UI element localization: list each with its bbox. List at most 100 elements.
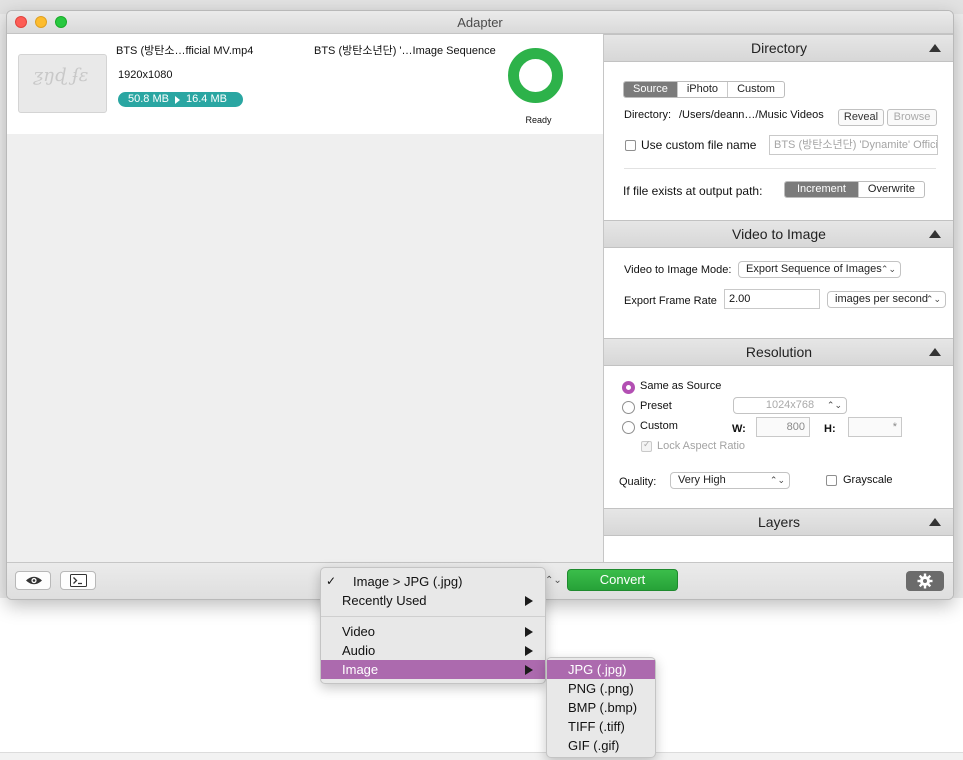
chevron-updown-icon: ⌃⌄ — [769, 475, 785, 485]
custom-label: Custom — [640, 420, 678, 432]
submenu-arrow-icon — [525, 646, 533, 656]
status-label: Ready — [525, 115, 552, 125]
preset-select[interactable]: 1024x768 ⌃⌄ — [733, 397, 847, 414]
frame-rate-label: Export Frame Rate — [624, 295, 717, 307]
resolution-header-label: Resolution — [745, 344, 813, 360]
chevron-updown-icon: ⌃⌄ — [925, 294, 941, 304]
layers-section — [604, 536, 953, 562]
source-size: 50.8 MB — [128, 93, 169, 105]
video-to-image-mode-label: Video to Image Mode: — [624, 264, 732, 276]
file-exists-label: If file exists at output path: — [623, 184, 763, 198]
tab-source[interactable]: Source — [624, 82, 678, 97]
directory-label: Directory: — [624, 109, 672, 121]
eye-icon — [26, 576, 42, 585]
custom-file-name-checkbox[interactable] — [625, 140, 636, 151]
submenu-item-png[interactable]: PNG (.png) — [547, 679, 655, 698]
custom-radio[interactable] — [622, 421, 635, 434]
quality-select[interactable]: Very High ⌃⌄ — [670, 472, 790, 489]
preset-radio[interactable] — [622, 401, 635, 414]
overwrite-option[interactable]: Overwrite — [859, 182, 924, 197]
submenu-arrow-icon — [525, 627, 533, 637]
chevron-updown-icon: ⌃⌄ — [826, 400, 842, 410]
submenu-arrow-icon — [525, 665, 533, 675]
menu-item-image[interactable]: Image — [321, 660, 545, 679]
convert-button[interactable]: Convert — [567, 569, 678, 591]
same-as-source-radio[interactable] — [622, 381, 635, 394]
menu-item-video[interactable]: Video — [321, 622, 545, 641]
video-to-image-header-label: Video to Image — [732, 226, 826, 242]
submenu-item-bmp[interactable]: BMP (.bmp) — [547, 698, 655, 717]
settings-panel: Directory Source iPhoto Custom Directory… — [603, 34, 953, 562]
same-as-source-label: Same as Source — [640, 380, 722, 392]
collapse-triangle-icon[interactable] — [929, 518, 941, 526]
custom-file-name-input[interactable]: BTS (방탄소년단) 'Dynamite' Official — [769, 135, 938, 155]
title-bar[interactable]: Adapter — [7, 11, 953, 34]
frame-rate-unit-value: images per second — [835, 293, 928, 305]
browse-button[interactable]: Browse — [887, 109, 937, 126]
preview-button[interactable] — [15, 571, 51, 590]
submenu-arrow-icon — [525, 596, 533, 606]
menu-item-audio[interactable]: Audio — [321, 641, 545, 660]
height-input[interactable]: * — [848, 417, 902, 437]
size-arrow-icon — [175, 96, 180, 104]
directory-section-header[interactable]: Directory — [604, 34, 953, 62]
resolution-section-header[interactable]: Resolution — [604, 338, 953, 366]
format-stepper[interactable]: ⌃⌄ — [545, 572, 562, 591]
source-file-name: BTS (방탄소…fficial MV.mp4 — [116, 45, 254, 57]
preset-label: Preset — [640, 400, 672, 412]
width-label: W: — [732, 423, 746, 435]
tab-custom[interactable]: Custom — [728, 82, 784, 97]
output-file-name[interactable]: BTS (방탄소년단) '…Image Sequence — [314, 42, 496, 58]
window-title: Adapter — [457, 15, 503, 30]
output-size: 16.4 MB — [186, 93, 227, 105]
file-row[interactable]: ƺŋɖ ʄɛ BTS (방탄소…fficial MV.mp4 BTS (방탄소년… — [7, 34, 603, 134]
lock-aspect-ratio-label: Lock Aspect Ratio — [657, 440, 746, 452]
submenu-item-gif[interactable]: GIF (.gif) — [547, 736, 655, 755]
layers-header-label: Layers — [757, 514, 801, 530]
layers-section-header[interactable]: Layers — [604, 508, 953, 536]
submenu-item-tiff[interactable]: TIFF (.tiff) — [547, 717, 655, 736]
settings-button[interactable] — [906, 571, 944, 591]
file-exists-options[interactable]: Increment Overwrite — [784, 181, 925, 198]
width-input[interactable]: 800 — [756, 417, 810, 437]
menu-item-current-format[interactable]: ✓ Image > JPG (.jpg) — [321, 572, 545, 591]
collapse-triangle-icon[interactable] — [929, 44, 941, 52]
frame-rate-unit-select[interactable]: images per second ⌃⌄ — [827, 291, 946, 308]
preset-value: 1024x768 — [765, 399, 815, 411]
reveal-button[interactable]: Reveal — [838, 109, 884, 126]
grayscale-checkbox[interactable] — [826, 475, 837, 486]
video-to-image-mode-value: Export Sequence of Images — [746, 263, 882, 275]
status-ring-icon — [508, 48, 563, 103]
terminal-icon — [70, 574, 87, 587]
directory-source-tabs[interactable]: Source iPhoto Custom — [623, 81, 785, 98]
resolution-section: Same as Source Preset 1024x768 ⌃⌄ Custom… — [604, 366, 953, 508]
video-to-image-section: Video to Image Mode: Export Sequence of … — [604, 248, 953, 338]
image-format-submenu: JPG (.jpg) PNG (.png) BMP (.bmp) TIFF (.… — [546, 657, 656, 758]
quality-label: Quality: — [619, 476, 657, 488]
format-menu: ✓ Image > JPG (.jpg) Recently Used Video… — [320, 567, 546, 684]
tab-iphoto[interactable]: iPhoto — [678, 82, 729, 97]
directory-path: /Users/deann…/Music Videos — [679, 109, 824, 121]
source-resolution: 1920x1080 — [118, 69, 173, 81]
frame-rate-input[interactable]: 2.00 — [724, 289, 820, 309]
height-label: H: — [824, 423, 836, 435]
checkmark-icon: ✓ — [326, 574, 337, 588]
gear-icon — [917, 573, 933, 589]
increment-option[interactable]: Increment — [785, 182, 859, 197]
menu-item-recently-used[interactable]: Recently Used — [321, 591, 545, 610]
menu-divider — [321, 616, 545, 617]
collapse-triangle-icon[interactable] — [929, 348, 941, 356]
file-list[interactable]: ƺŋɖ ʄɛ BTS (방탄소…fficial MV.mp4 BTS (방탄소년… — [7, 34, 603, 562]
grayscale-label: Grayscale — [843, 474, 893, 486]
lock-aspect-ratio-checkbox[interactable] — [641, 439, 652, 452]
file-size-badge: 50.8 MB 16.4 MB — [118, 92, 243, 107]
video-to-image-mode-select[interactable]: Export Sequence of Images ⌃⌄ — [738, 261, 901, 278]
log-button[interactable] — [60, 571, 96, 590]
quality-value: Very High — [678, 474, 726, 486]
submenu-item-jpg[interactable]: JPG (.jpg) — [547, 660, 655, 679]
video-to-image-section-header[interactable]: Video to Image — [604, 220, 953, 248]
directory-section: Source iPhoto Custom Directory: /Users/d… — [604, 62, 953, 220]
adapter-window: Adapter ƺŋɖ ʄɛ BTS (방탄소…fficial MV.mp4 B… — [6, 10, 954, 600]
divider — [624, 168, 936, 169]
collapse-triangle-icon[interactable] — [929, 230, 941, 238]
